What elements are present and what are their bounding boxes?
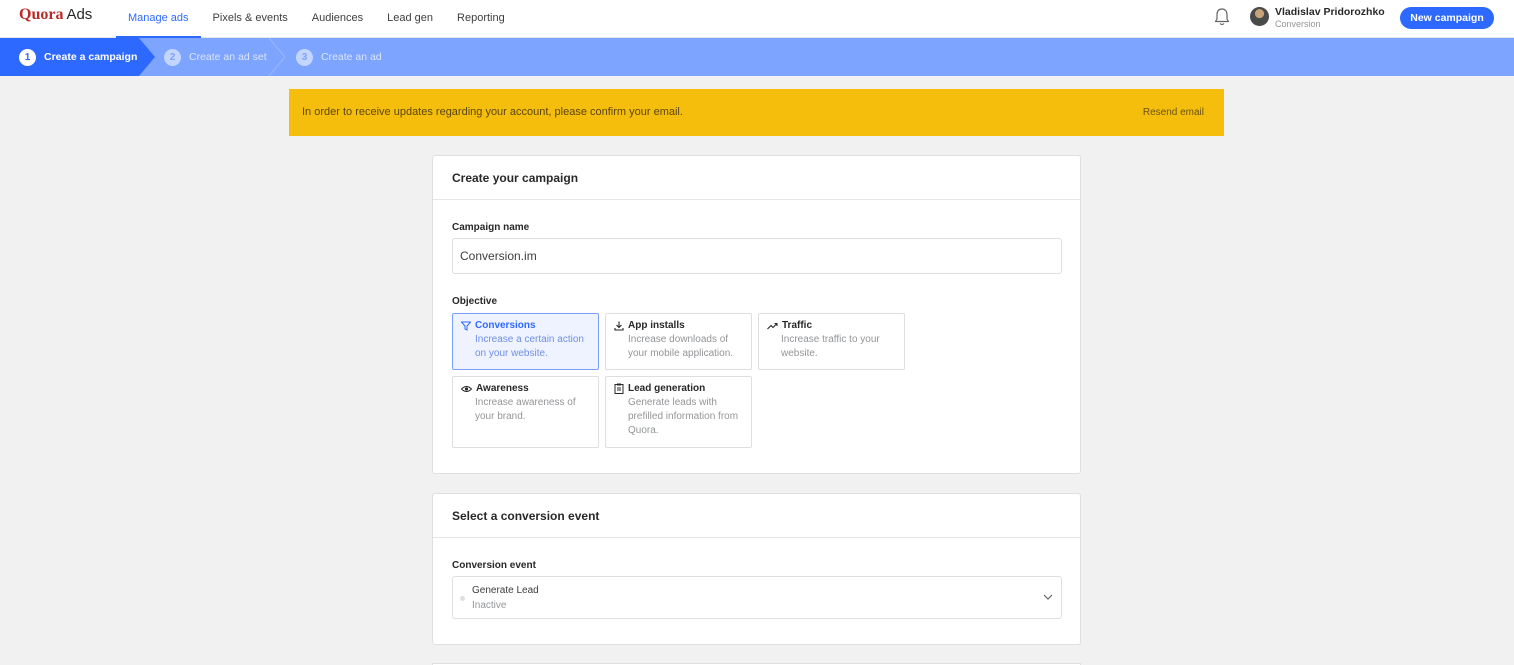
objective-title: Awareness <box>476 383 529 394</box>
main-nav: Manage ads Pixels & events Audiences Lea… <box>116 0 517 38</box>
step-label: Create an ad <box>321 51 382 63</box>
nav-pixels-events[interactable]: Pixels & events <box>201 0 300 38</box>
campaign-name-label: Campaign name <box>452 222 530 233</box>
create-campaign-card: Create your campaign Campaign name Conve… <box>432 155 1081 474</box>
objective-title: App installs <box>628 320 685 331</box>
step-label: Create a campaign <box>44 51 138 63</box>
user-menu[interactable]: Vladislav Pridorozhko Conversion <box>1275 6 1385 29</box>
nav-lead-gen[interactable]: Lead gen <box>375 0 445 38</box>
nav-manage-ads[interactable]: Manage ads <box>116 0 201 38</box>
step-label: Create an ad set <box>189 51 267 63</box>
step-create-ad-set[interactable]: 2 Create an ad set <box>164 38 267 76</box>
objective-title: Lead generation <box>628 383 706 394</box>
resend-email-link[interactable]: Resend email <box>1143 107 1204 118</box>
funnel-icon <box>461 321 471 331</box>
download-icon <box>614 321 624 331</box>
nav-audiences[interactable]: Audiences <box>300 0 375 38</box>
top-navigation: Quora Ads Manage ads Pixels & events Audi… <box>0 0 1514 38</box>
user-name: Vladislav Pridorozhko <box>1275 6 1385 18</box>
objective-label: Objective <box>452 296 498 307</box>
avatar[interactable] <box>1250 7 1269 26</box>
objective-lead-generation[interactable]: Lead generation Generate leads with pref… <box>605 376 752 448</box>
step-number: 1 <box>19 48 36 66</box>
step-divider <box>268 38 286 76</box>
banner-message: In order to receive updates regarding yo… <box>302 106 683 118</box>
user-account: Conversion <box>1275 19 1321 29</box>
objective-description: Increase a certain action on your websit… <box>475 334 584 359</box>
step-number: 2 <box>164 48 181 66</box>
confirm-email-banner: In order to receive updates regarding yo… <box>289 89 1224 136</box>
card-title: Select a conversion event <box>433 494 1080 538</box>
objective-description: Increase traffic to your website. <box>781 334 880 359</box>
conversion-event-card: Select a conversion event Conversion eve… <box>432 493 1081 645</box>
conversion-event-status: Inactive <box>472 600 507 611</box>
status-dot <box>460 596 465 601</box>
objective-traffic[interactable]: Traffic Increase traffic to your website… <box>758 313 905 370</box>
conversion-event-select[interactable]: Generate Lead Inactive <box>452 576 1062 619</box>
logo-brand: Quora <box>19 6 64 23</box>
objective-title: Conversions <box>475 320 536 331</box>
card-title: Create your campaign <box>433 156 1080 200</box>
step-create-ad[interactable]: 3 Create an ad <box>296 38 382 76</box>
step-number: 3 <box>296 48 313 66</box>
campaign-name-input[interactable]: Conversion.im <box>452 238 1062 274</box>
objective-awareness[interactable]: Awareness Increase awareness of your bra… <box>452 376 599 448</box>
bell-icon[interactable] <box>1213 7 1231 27</box>
objective-app-installs[interactable]: App installs Increase downloads of your … <box>605 313 752 370</box>
step-create-campaign[interactable]: 1 Create a campaign <box>19 38 137 76</box>
objective-description: Generate leads with prefilled informatio… <box>628 397 739 436</box>
conversion-event-label: Conversion event <box>452 560 536 571</box>
clipboard-icon <box>614 383 624 394</box>
new-campaign-button[interactable]: New campaign <box>1400 7 1494 29</box>
objective-description: Increase awareness of your brand. <box>475 397 576 422</box>
nav-reporting[interactable]: Reporting <box>445 0 517 38</box>
quora-ads-logo[interactable]: Quora Ads <box>19 6 92 24</box>
objective-title: Traffic <box>782 320 813 331</box>
trending-up-icon <box>767 322 778 329</box>
chevron-down-icon <box>1043 594 1053 600</box>
objective-conversions[interactable]: Conversions Increase a certain action on… <box>452 313 599 370</box>
eye-icon <box>461 385 472 392</box>
objective-description: Increase downloads of your mobile applic… <box>628 334 734 359</box>
progress-steps: 1 Create a campaign 2 Create an ad set 3… <box>0 38 1514 76</box>
conversion-event-value: Generate Lead <box>472 585 539 596</box>
logo-product: Ads <box>66 6 93 23</box>
